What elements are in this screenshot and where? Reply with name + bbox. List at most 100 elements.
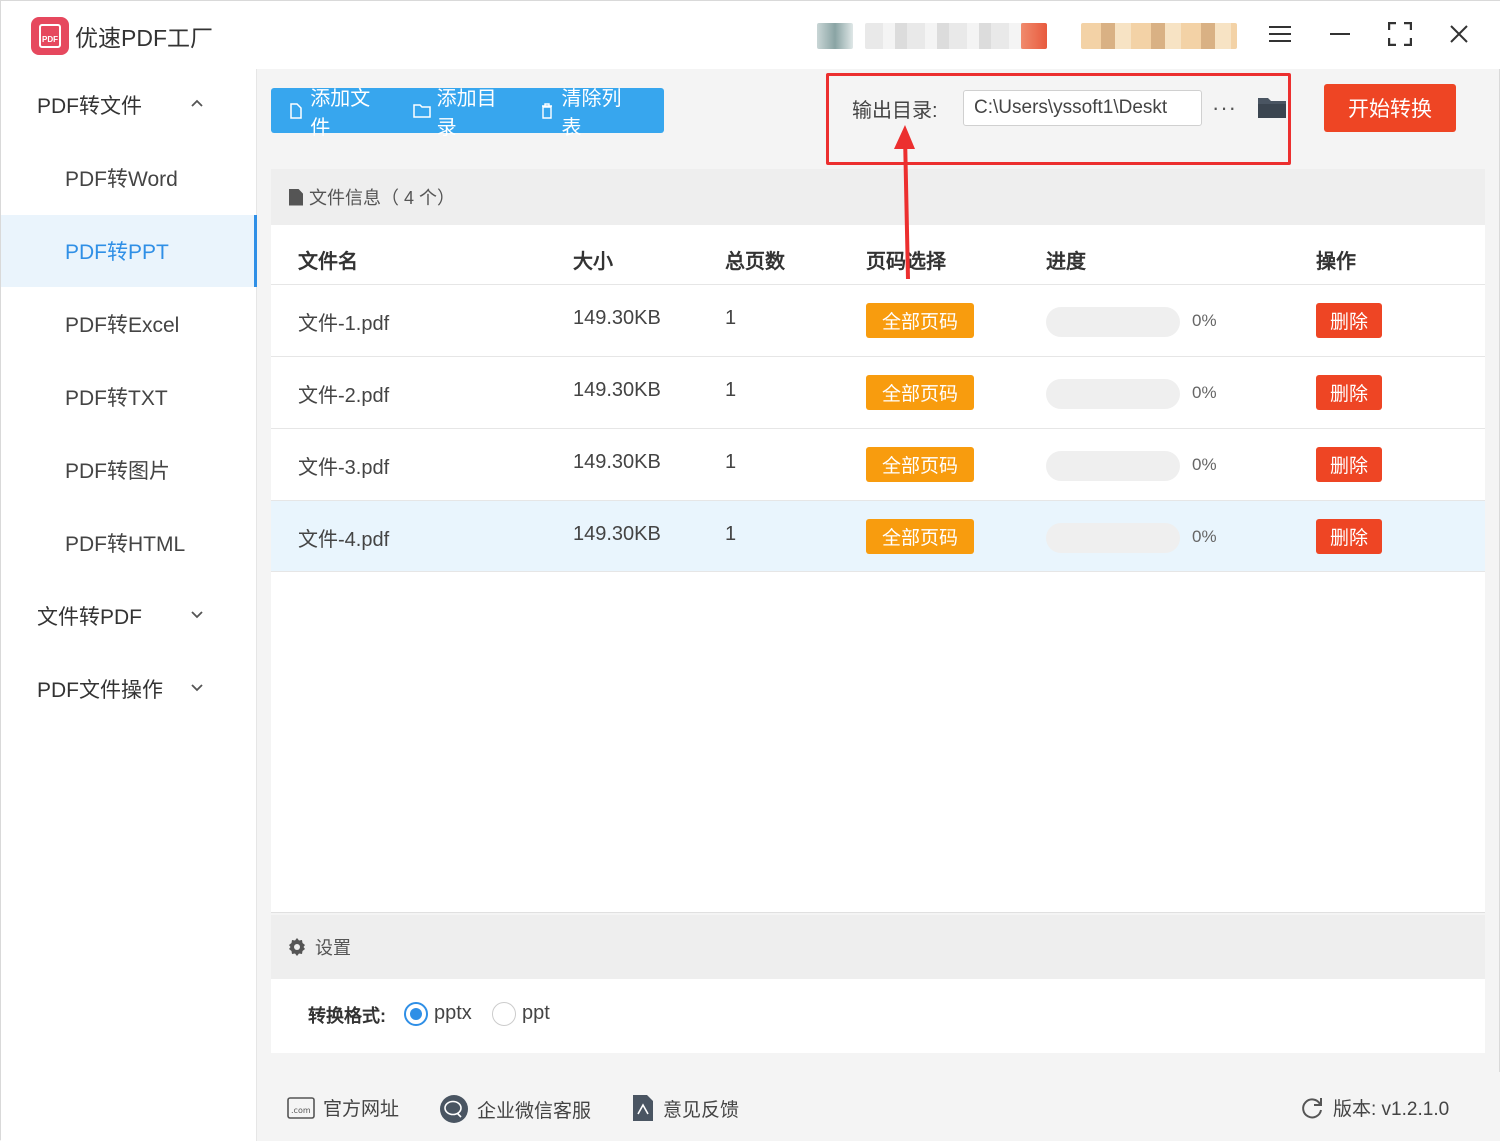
sidebar-item-pdf-to-excel[interactable]: PDF转Excel	[1, 288, 257, 360]
sidebar-item-pdf-to-image[interactable]: PDF转图片	[1, 434, 257, 506]
table-row[interactable]: 文件-4.pdf 149.30KB 1 全部页码 0% 删除	[271, 500, 1485, 572]
delete-button[interactable]: 删除	[1316, 447, 1382, 482]
add-folder-button[interactable]: 添加目录	[412, 82, 513, 140]
refresh-icon	[1302, 1097, 1322, 1118]
start-convert-button[interactable]: 开始转换	[1324, 84, 1456, 132]
sidebar-group-label: 文件转PDF	[37, 606, 142, 629]
clear-list-button[interactable]: 清除列表	[538, 82, 638, 140]
table-row[interactable]: 文件-3.pdf 149.30KB 1 全部页码 0% 删除	[271, 428, 1485, 500]
svg-text:.com: .com	[291, 1106, 311, 1115]
app-logo-icon: PDF	[31, 17, 69, 55]
chevron-up-icon	[189, 95, 205, 111]
table-row[interactable]: 文件-2.pdf 149.30KB 1 全部页码 0% 删除	[271, 356, 1485, 428]
file-info-title: 文件信息（ 4 个）	[309, 188, 456, 208]
close-icon[interactable]	[1442, 19, 1476, 49]
gear-icon	[289, 938, 305, 956]
file-info-header: 文件信息（ 4 个）	[271, 169, 1485, 225]
page-select-button[interactable]: 全部页码	[866, 303, 974, 338]
table-row[interactable]: 文件-1.pdf 149.30KB 1 全部页码 0% 删除	[271, 284, 1485, 356]
sidebar-group-pdf-to-file[interactable]: PDF转文件	[1, 69, 257, 141]
progress-bar	[1046, 307, 1180, 337]
sidebar-item-pdf-to-txt[interactable]: PDF转TXT	[1, 361, 257, 433]
document-icon	[289, 188, 303, 206]
add-file-button[interactable]: 添加文件	[287, 82, 387, 140]
website-label: 官方网址	[323, 1099, 400, 1120]
sidebar-item-pdf-to-word[interactable]: PDF转Word	[1, 142, 257, 214]
column-header-pages: 总页数	[725, 251, 785, 273]
file-name: 文件-2.pdf	[298, 385, 390, 407]
file-pages: 1	[725, 379, 737, 401]
settings-header: 设置	[271, 915, 1485, 979]
divider	[271, 912, 1485, 913]
sidebar-group-pdf-operations[interactable]: PDF文件操作	[1, 653, 257, 725]
page-select-button[interactable]: 全部页码	[866, 447, 974, 482]
progress-bar	[1046, 451, 1180, 481]
progress-text: 0%	[1192, 383, 1217, 402]
format-label: 转换格式:	[308, 1006, 386, 1026]
progress-bar	[1046, 523, 1180, 553]
chevron-down-icon	[189, 606, 205, 622]
folder-icon	[412, 102, 431, 120]
radio-pptx-label[interactable]: pptx	[434, 1002, 472, 1025]
radio-pptx[interactable]	[404, 1002, 428, 1026]
website-link[interactable]: .com 官方网址	[287, 1094, 399, 1121]
page-select-button[interactable]: 全部页码	[866, 375, 974, 410]
progress-bar	[1046, 379, 1180, 409]
add-file-label: 添加文件	[310, 87, 371, 139]
settings-panel: 转换格式: pptx ppt	[271, 979, 1485, 1053]
file-size: 149.30KB	[573, 523, 661, 545]
radio-ppt[interactable]	[492, 1002, 516, 1026]
sidebar-item-label: PDF转PPT	[65, 241, 169, 264]
page-select-button[interactable]: 全部页码	[866, 519, 974, 554]
feedback-label: 意见反馈	[663, 1099, 740, 1121]
title-bar: PDF 优速PDF工厂	[1, 1, 1500, 69]
file-toolbar: 添加文件 添加目录 清除列表	[271, 88, 664, 139]
column-header-name: 文件名	[298, 251, 358, 273]
file-name: 文件-3.pdf	[298, 457, 390, 479]
minimize-icon[interactable]	[1323, 19, 1357, 49]
version-label: 版本: v1.2.1.0	[1333, 1099, 1450, 1120]
blurred-account-info	[817, 23, 853, 49]
sidebar-group-label: PDF文件操作	[37, 679, 163, 702]
trash-icon	[538, 102, 555, 120]
blurred-account-info	[1021, 23, 1047, 49]
sidebar-item-label: PDF转Excel	[65, 314, 180, 337]
annotation-arrow	[894, 125, 915, 280]
feedback-icon	[633, 1095, 653, 1121]
app-title: 优速PDF工厂	[75, 25, 213, 51]
delete-button[interactable]: 删除	[1316, 303, 1382, 338]
file-size: 149.30KB	[573, 379, 661, 401]
clear-list-label: 清除列表	[561, 87, 622, 139]
feedback-link[interactable]: 意见反馈	[631, 1094, 739, 1122]
sidebar-item-label: PDF转TXT	[65, 387, 168, 410]
version-info[interactable]: 版本: v1.2.1.0	[1299, 1094, 1449, 1121]
file-size: 149.30KB	[573, 307, 661, 329]
column-header-size: 大小	[573, 251, 613, 273]
file-size: 149.30KB	[573, 451, 661, 473]
sidebar: PDF转文件 PDF转Word PDF转PPT PDF转Excel PDF转TX…	[1, 69, 257, 1141]
menu-icon[interactable]	[1263, 19, 1297, 49]
radio-ppt-label[interactable]: ppt	[522, 1002, 550, 1025]
column-header-progress: 进度	[1046, 251, 1086, 273]
delete-button[interactable]: 删除	[1316, 519, 1382, 554]
wechat-support-label: 企业微信客服	[477, 1100, 592, 1122]
chat-support-icon	[440, 1095, 468, 1123]
file-list-panel: 文件信息（ 4 个） 文件名 大小 总页数 页码选择 进度 操作 文件-1.pd…	[271, 169, 1485, 913]
progress-text: 0%	[1192, 455, 1217, 474]
file-name: 文件-1.pdf	[298, 313, 390, 335]
sidebar-group-file-to-pdf[interactable]: 文件转PDF	[1, 580, 257, 652]
settings-title: 设置	[315, 938, 351, 958]
sidebar-item-pdf-to-ppt[interactable]: PDF转PPT	[1, 215, 257, 287]
website-icon: .com	[287, 1096, 315, 1119]
sidebar-item-label: PDF转图片	[65, 460, 170, 483]
sidebar-item-pdf-to-html[interactable]: PDF转HTML	[1, 507, 257, 579]
add-folder-label: 添加目录	[436, 87, 497, 139]
delete-button[interactable]: 删除	[1316, 375, 1382, 410]
sidebar-group-label: PDF转文件	[37, 95, 142, 118]
app-window: PDF 优速PDF工厂 PDF转文件 PDF转Word PDF转PPT PDF转…	[0, 0, 1500, 1141]
wechat-support-link[interactable]: 企业微信客服	[439, 1094, 591, 1124]
sidebar-item-label: PDF转HTML	[65, 533, 186, 556]
file-pages: 1	[725, 307, 737, 329]
maximize-icon[interactable]	[1383, 19, 1417, 49]
progress-text: 0%	[1192, 527, 1217, 546]
